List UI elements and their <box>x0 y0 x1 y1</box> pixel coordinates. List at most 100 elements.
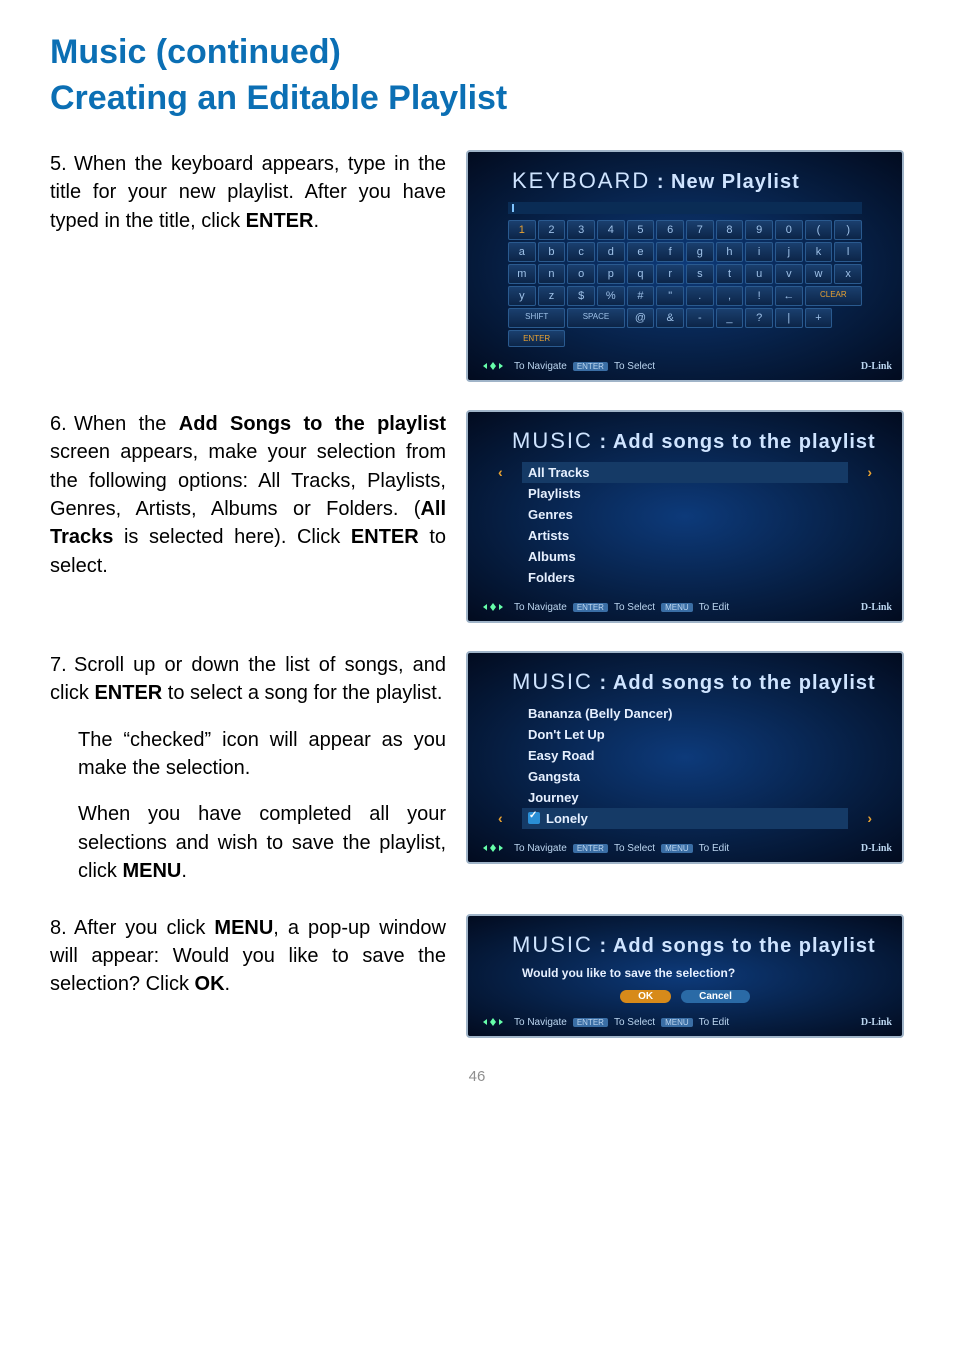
list-item[interactable]: Gangsta <box>522 766 848 787</box>
brand-label: D-Link <box>861 361 892 372</box>
save-dialog-body: Would you like to save the selection? OK… <box>522 966 848 1003</box>
keyboard-key[interactable]: m <box>508 264 536 284</box>
save-dialog-title: MUSIC : Add songs to the playlist <box>512 932 892 958</box>
keyboard-key[interactable]: 6 <box>656 220 684 240</box>
keyboard-key[interactable]: 0 <box>775 220 803 240</box>
keyboard-key[interactable]: j <box>775 242 803 262</box>
keyboard-key[interactable]: + <box>805 308 833 328</box>
keyboard-key[interactable]: l <box>834 242 862 262</box>
brand-label: D-Link <box>861 1017 892 1028</box>
keyboard-key[interactable]: ENTER <box>508 330 565 347</box>
list-item[interactable]: Genres <box>522 504 848 525</box>
keyboard-key[interactable]: b <box>538 242 566 262</box>
keyboard-key[interactable]: c <box>567 242 595 262</box>
keyboard-key[interactable]: 3 <box>567 220 595 240</box>
keyboard-key[interactable]: 5 <box>627 220 655 240</box>
keyboard-key[interactable]: g <box>686 242 714 262</box>
keyboard-key[interactable]: a <box>508 242 536 262</box>
keyboard-key[interactable]: k <box>805 242 833 262</box>
keyboard-key[interactable]: _ <box>716 308 744 328</box>
addsongs-tracks-title: MUSIC : Add songs to the playlist <box>512 669 892 695</box>
step-7-number: 7. <box>50 651 74 679</box>
keyboard-key[interactable]: . <box>686 286 714 306</box>
checked-icon <box>528 812 540 824</box>
keyboard-key[interactable]: s <box>686 264 714 284</box>
cancel-button[interactable]: Cancel <box>681 990 750 1003</box>
keyboard-key[interactable]: ) <box>834 220 862 240</box>
list-item[interactable]: Albums <box>522 546 848 567</box>
keyboard-key[interactable]: 4 <box>597 220 625 240</box>
list-item[interactable]: Playlists <box>522 483 848 504</box>
list-item[interactable]: Folders <box>522 567 848 588</box>
step-8-number: 8. <box>50 914 74 942</box>
track-list: Bananza (Belly Dancer)Don't Let UpEasy R… <box>522 703 848 829</box>
list-item[interactable]: Lonely <box>522 808 848 829</box>
list-item[interactable]: Bananza (Belly Dancer) <box>522 703 848 724</box>
keyboard-key[interactable]: y <box>508 286 536 306</box>
heading-line-1: Music (continued) <box>50 30 904 76</box>
keyboard-key[interactable]: x <box>834 264 862 284</box>
keyboard-key[interactable]: ! <box>745 286 773 306</box>
keyboard-key[interactable]: @ <box>627 308 655 328</box>
keyboard-key[interactable]: 8 <box>716 220 744 240</box>
step-7-p2: The “checked” icon will appear as you ma… <box>50 726 446 783</box>
keyboard-key[interactable]: r <box>656 264 684 284</box>
keyboard-key[interactable]: u <box>745 264 773 284</box>
nav-arrows-icon <box>478 843 508 853</box>
keyboard-key[interactable]: 2 <box>538 220 566 240</box>
step-6: 6.When the Add Songs to the playlist scr… <box>50 410 446 580</box>
keyboard-key[interactable]: ? <box>745 308 773 328</box>
keyboard-key[interactable]: f <box>656 242 684 262</box>
list-item[interactable]: Journey <box>522 787 848 808</box>
step-5-number: 5. <box>50 150 74 178</box>
category-list: All TracksPlaylistsGenresArtistsAlbumsFo… <box>522 462 848 588</box>
step-8: 8.After you click MENU, a pop-up window … <box>50 914 446 999</box>
keyboard-key[interactable]: $ <box>567 286 595 306</box>
keyboard-key[interactable]: p <box>597 264 625 284</box>
brand-label: D-Link <box>861 843 892 854</box>
keyboard-key[interactable]: % <box>597 286 625 306</box>
keyboard-key[interactable]: t <box>716 264 744 284</box>
list-item[interactable]: Don't Let Up <box>522 724 848 745</box>
keyboard-key[interactable]: & <box>656 308 684 328</box>
keyboard-key[interactable]: # <box>627 286 655 306</box>
keyboard-key[interactable]: 7 <box>686 220 714 240</box>
addsongs-cat-hintbar: To Navigate ENTER To Select MENU To Edit… <box>478 598 892 613</box>
heading-line-2: Creating an Editable Playlist <box>50 76 904 122</box>
screenshot-add-songs-tracks: MUSIC : Add songs to the playlist Bananz… <box>466 651 904 864</box>
keyboard-key[interactable]: 9 <box>745 220 773 240</box>
list-item[interactable]: Artists <box>522 525 848 546</box>
brand-label: D-Link <box>861 602 892 613</box>
keyboard-key[interactable]: SPACE <box>567 308 624 328</box>
keyboard-title: KEYBOARD : New Playlist <box>512 168 892 194</box>
list-item[interactable]: All Tracks <box>522 462 848 483</box>
list-item[interactable]: Easy Road <box>522 745 848 766</box>
keyboard-key[interactable]: ← <box>775 286 803 306</box>
keyboard-key[interactable]: , <box>716 286 744 306</box>
keyboard-input-field[interactable] <box>508 202 862 214</box>
ok-button[interactable]: OK <box>620 990 671 1003</box>
keyboard-keys: 1234567890() abcdefghijkl mnopqrstuvwx yz$%… <box>508 220 862 347</box>
step-6-number: 6. <box>50 410 74 438</box>
nav-arrows-icon <box>478 602 508 612</box>
keyboard-key[interactable]: o <box>567 264 595 284</box>
keyboard-key[interactable]: q <box>627 264 655 284</box>
keyboard-key[interactable]: - <box>686 308 714 328</box>
keyboard-key[interactable]: 1 <box>508 220 536 240</box>
keyboard-key[interactable]: e <box>627 242 655 262</box>
keyboard-key[interactable]: " <box>656 286 684 306</box>
page-number: 46 <box>50 1068 904 1085</box>
keyboard-key[interactable]: n <box>538 264 566 284</box>
keyboard-key[interactable]: SHIFT <box>508 308 565 328</box>
step-5-enter: ENTER <box>246 210 314 232</box>
keyboard-key[interactable]: ( <box>805 220 833 240</box>
keyboard-key[interactable]: | <box>775 308 803 328</box>
keyboard-key[interactable]: CLEAR <box>805 286 862 306</box>
keyboard-key[interactable]: w <box>805 264 833 284</box>
keyboard-hintbar: To Navigate ENTER To Select D-Link <box>478 357 892 372</box>
keyboard-key[interactable]: z <box>538 286 566 306</box>
keyboard-key[interactable]: i <box>745 242 773 262</box>
keyboard-key[interactable]: v <box>775 264 803 284</box>
keyboard-key[interactable]: h <box>716 242 744 262</box>
keyboard-key[interactable]: d <box>597 242 625 262</box>
